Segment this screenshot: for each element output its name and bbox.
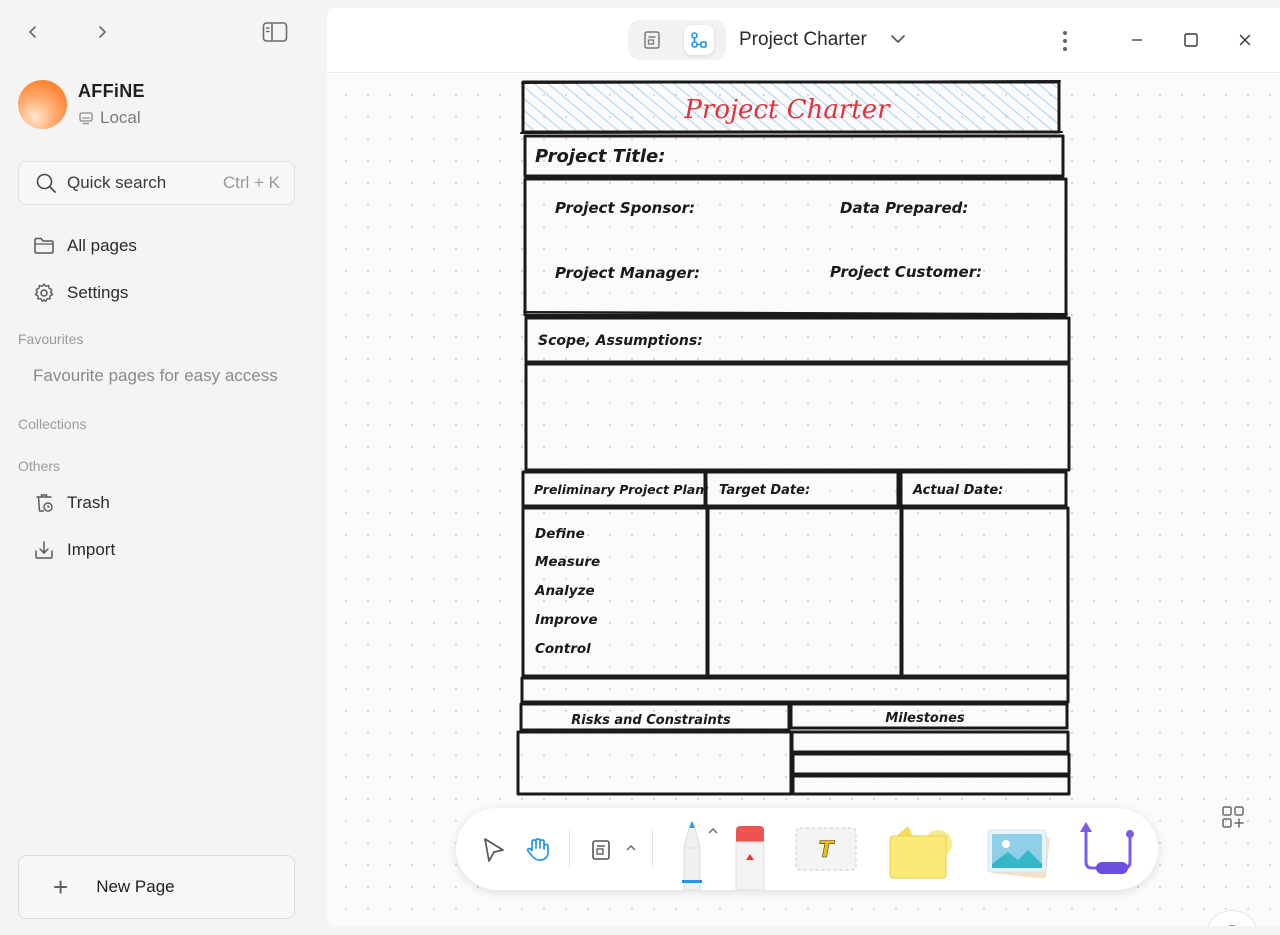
frame-options-button[interactable] xyxy=(623,840,639,856)
pen-options-button[interactable] xyxy=(706,824,720,838)
workspace-avatar xyxy=(18,80,67,129)
charter-scope: Scope, Assumptions: xyxy=(538,333,703,349)
charter-risks: Risks and Constraints xyxy=(571,713,731,728)
templates-button[interactable] xyxy=(1218,802,1248,832)
help-button[interactable] xyxy=(1205,910,1259,926)
frame-icon xyxy=(592,840,610,860)
hand-icon xyxy=(526,838,549,861)
title-menu-button[interactable] xyxy=(889,30,907,53)
charter-step: Control xyxy=(535,641,591,657)
charter-manager: Project Manager: xyxy=(555,264,700,282)
maximize-icon xyxy=(1184,33,1198,47)
sidebar-item-label: All pages xyxy=(67,236,137,255)
favourites-heading: Favourites xyxy=(18,331,84,347)
back-button[interactable] xyxy=(19,18,47,46)
charter-step: Improve xyxy=(535,612,598,628)
sidebar-item-import[interactable]: Import xyxy=(33,539,115,561)
charter-actual-date: Actual Date: xyxy=(912,483,1003,498)
gear-icon xyxy=(33,282,55,304)
minimize-icon xyxy=(1132,39,1142,41)
sidebar-item-label: Trash xyxy=(67,493,110,512)
collections-heading[interactable]: Collections xyxy=(18,416,86,432)
image-icon xyxy=(987,829,1050,879)
quick-search[interactable]: Quick search Ctrl + K xyxy=(18,161,295,205)
connector-tool[interactable] xyxy=(1074,816,1140,882)
select-tool[interactable] xyxy=(478,834,510,866)
charter-sponsor: Project Sponsor: xyxy=(555,199,695,217)
new-page-button[interactable]: + New Page xyxy=(18,855,295,919)
favourites-empty-hint: Favourite pages for easy access xyxy=(33,366,278,385)
edgeless-mode-button[interactable] xyxy=(684,25,714,55)
close-button[interactable] xyxy=(1232,27,1258,53)
quick-search-label: Quick search xyxy=(67,173,167,192)
charter-milestones: Milestones xyxy=(885,711,965,726)
charter-data-prepared: Data Prepared: xyxy=(840,199,968,217)
local-storage-icon xyxy=(79,112,93,125)
minimize-button[interactable] xyxy=(1124,27,1150,53)
project-charter-frame[interactable]: Project Charter Project Title: Project S… xyxy=(515,80,1075,800)
top-bar: Project Charter xyxy=(327,8,1280,73)
connector-icon xyxy=(1080,822,1134,874)
plus-icon: + xyxy=(53,871,69,902)
sidebar-item-label: Settings xyxy=(67,283,129,302)
charter-project-title: Project Title: xyxy=(535,146,665,167)
add-grid-icon xyxy=(1222,806,1244,828)
eraser-icon xyxy=(735,826,765,890)
trash-icon xyxy=(33,492,55,514)
eraser-tool[interactable] xyxy=(732,824,768,890)
charter-step: Define xyxy=(535,526,585,542)
workspace-storage: Local xyxy=(100,108,141,127)
charter-target-date: Target Date: xyxy=(719,483,810,498)
edgeless-toolbar: T xyxy=(456,808,1158,890)
quick-search-shortcut: Ctrl + K xyxy=(222,173,280,192)
text-tool[interactable]: T xyxy=(794,826,858,872)
page-mode-button[interactable] xyxy=(637,25,667,55)
hand-tool[interactable] xyxy=(522,834,554,866)
page-mode-icon xyxy=(644,31,660,49)
edgeless-mode-icon xyxy=(691,32,707,48)
help-icon xyxy=(1227,925,1237,926)
new-page-label: New Page xyxy=(96,877,175,896)
sidebar-toggle-icon xyxy=(262,22,288,42)
chevron-up-icon xyxy=(626,845,636,851)
workspace-name: AFFiNE xyxy=(78,81,145,101)
search-icon xyxy=(36,173,56,193)
note-tool[interactable] xyxy=(884,820,956,882)
toggle-sidebar-button[interactable] xyxy=(261,18,289,46)
text-icon: T xyxy=(795,827,857,871)
charter-plan-header: Preliminary Project Plan: xyxy=(534,482,709,497)
charter-step: Analyze xyxy=(534,583,595,599)
chevron-down-icon xyxy=(891,35,905,43)
maximize-button[interactable] xyxy=(1178,27,1204,53)
sidebar: AFFiNE Local Quick search Ctrl + K All p… xyxy=(0,0,326,935)
sidebar-item-settings[interactable]: Settings xyxy=(33,282,128,304)
more-options-button[interactable] xyxy=(1055,26,1075,56)
charter-step: Measure xyxy=(535,554,600,570)
chevron-right-icon xyxy=(99,26,106,38)
frame-tool[interactable] xyxy=(585,834,617,866)
svg-text:T: T xyxy=(818,838,835,863)
chevron-left-icon xyxy=(29,26,36,38)
forward-button[interactable] xyxy=(88,18,116,46)
chevron-up-icon xyxy=(708,828,718,834)
edgeless-canvas[interactable]: Project Charter Project Title: Project S… xyxy=(327,74,1280,926)
mode-switch xyxy=(628,20,726,60)
import-icon xyxy=(33,539,55,561)
workspace-card[interactable]: AFFiNE Local xyxy=(18,80,145,129)
sidebar-item-trash[interactable]: Trash xyxy=(33,492,110,514)
others-heading: Others xyxy=(18,458,61,474)
charter-customer: Project Customer: xyxy=(830,263,982,281)
folder-icon xyxy=(33,235,55,257)
editor-area: Project Charter Project Charter Project … xyxy=(327,8,1280,926)
close-icon xyxy=(1239,34,1251,46)
note-icon xyxy=(889,826,952,879)
document-title[interactable]: Project Charter xyxy=(739,29,867,51)
sidebar-item-label: Import xyxy=(67,540,116,559)
charter-heading: Project Charter xyxy=(683,95,891,125)
sidebar-item-all-pages[interactable]: All pages xyxy=(33,235,137,257)
image-tool[interactable] xyxy=(982,824,1054,880)
select-icon xyxy=(484,838,504,862)
